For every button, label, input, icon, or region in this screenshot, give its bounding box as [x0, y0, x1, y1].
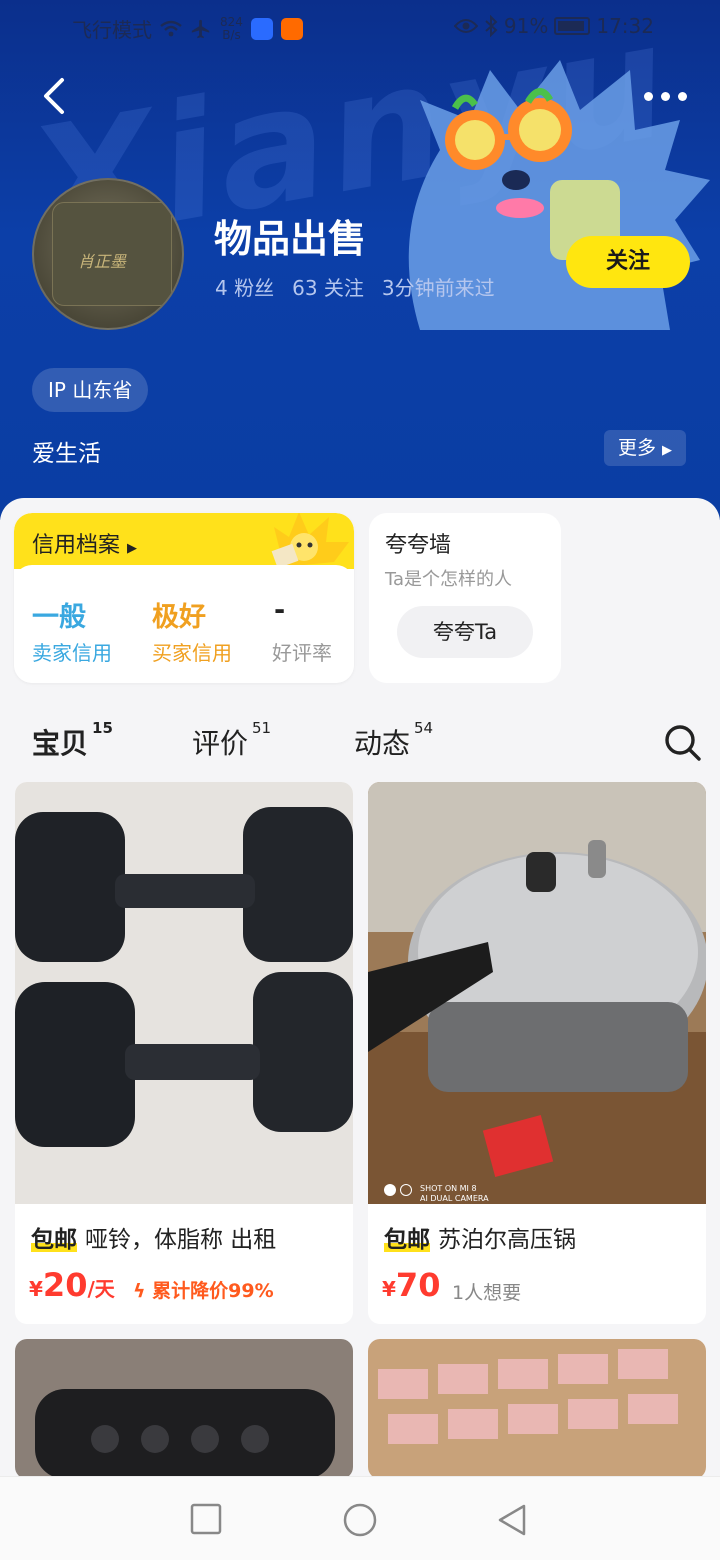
buyer-credit-label: 买家信用: [152, 641, 232, 665]
praise-wall-subtitle: Ta是个怎样的人: [385, 569, 513, 590]
search-icon[interactable]: [662, 722, 702, 762]
free-shipping-badge: 包邮: [31, 1220, 77, 1254]
tab-activity[interactable]: 动态 54: [354, 719, 433, 762]
seller-credit-label: 卖家信用: [32, 641, 112, 665]
system-nav-bar: [0, 1476, 720, 1560]
airplane-icon: [191, 19, 210, 38]
triangle-right-icon: ▶: [662, 443, 673, 458]
product-card-partial-2[interactable]: [368, 1339, 706, 1479]
product-image: [15, 782, 353, 1204]
product-card-partial-1[interactable]: [15, 1339, 353, 1479]
follow-button[interactable]: 关注: [566, 236, 690, 288]
tab-items[interactable]: 宝贝 15: [32, 719, 113, 762]
good-rate-value: -: [274, 595, 286, 626]
pager-dot-active: [384, 1184, 396, 1196]
home-icon[interactable]: [343, 1503, 377, 1537]
image-pager: [384, 1184, 412, 1196]
product-price: ¥70: [382, 1266, 441, 1304]
ip-location-tag: IP 山东省: [32, 368, 149, 412]
product-card-pressure-cooker[interactable]: SHOT ON MI 8 AI DUAL CAMERA 包邮 苏泊尔高压锅 ¥70 …: [368, 782, 706, 1324]
camera-watermark: SHOT ON MI 8 AI DUAL CAMERA: [420, 1184, 489, 1203]
product-card-dumbbell[interactable]: 包邮 哑铃，体脂称 出租 ¥20/天 ϟ 累计降价99%: [15, 782, 353, 1324]
buyer-credit-value: 极好: [152, 602, 206, 633]
good-rate-label: 好评率: [272, 641, 332, 665]
wifi-icon: [160, 20, 182, 36]
following-count[interactable]: 63 关注: [292, 272, 364, 301]
praise-button[interactable]: 夸夸Ta: [397, 606, 533, 658]
status-left: 飞行模式 824 B/s: [72, 14, 303, 43]
avatar-caption: 肖正墨: [78, 252, 127, 271]
profile-bio: 爱生活: [32, 441, 101, 467]
product-title: 包邮 哑铃，体脂称 出租: [31, 1220, 276, 1254]
triangle-right-icon: ▶: [127, 541, 138, 556]
more-button[interactable]: 更多 ▶: [604, 430, 686, 466]
praise-wall-title: 夸夸墙: [385, 533, 452, 558]
seller-credit-value: 一般: [32, 602, 86, 633]
product-price: ¥20/天: [29, 1266, 115, 1304]
pager-dot: [400, 1184, 412, 1196]
product-image: [368, 1339, 706, 1479]
free-shipping-badge: 包邮: [384, 1220, 430, 1254]
back-arrow-icon[interactable]: [36, 74, 76, 118]
want-count: 1人想要: [452, 1282, 522, 1304]
product-image: [15, 1339, 353, 1479]
credit-card[interactable]: 信用档案 ▶ 一般 卖家信用 极好 买家信用 - 好评率: [14, 513, 354, 683]
price-drop-note: ϟ 累计降价99%: [133, 1280, 274, 1302]
shop-avatar[interactable]: 肖正墨: [32, 178, 184, 330]
product-title: 包邮 苏泊尔高压锅: [384, 1220, 576, 1254]
taobao-app-icon: [280, 17, 303, 40]
airplane-mode-label: 飞行模式: [72, 18, 152, 42]
net-speed: 824 B/s: [220, 14, 243, 42]
music-app-icon: [250, 17, 273, 40]
lightning-icon: ϟ: [133, 1280, 146, 1302]
back-triangle-icon[interactable]: [496, 1503, 528, 1537]
recent-apps-icon[interactable]: [190, 1503, 222, 1535]
content-tabs: 宝贝 15 评价 51 动态 54: [0, 706, 720, 776]
shop-name: 物品出售: [214, 217, 367, 261]
credit-title[interactable]: 信用档案 ▶: [32, 527, 137, 559]
fans-count[interactable]: 4 粉丝: [215, 272, 274, 301]
profile-header: Xianyu 飞行模式 824 B/s 91% 17:32 肖正墨 物品出售 4…: [0, 0, 720, 520]
praise-wall-card[interactable]: 夸夸墙 Ta是个怎样的人 夸夸Ta: [369, 513, 561, 683]
product-image: [368, 782, 706, 1204]
mascot-illustration: [408, 60, 710, 330]
last-seen: 3分钟前来过: [381, 276, 495, 300]
profile-stats: 4 粉丝 63 关注 3分钟前来过: [215, 272, 495, 301]
tab-reviews[interactable]: 评价 51: [192, 719, 271, 762]
